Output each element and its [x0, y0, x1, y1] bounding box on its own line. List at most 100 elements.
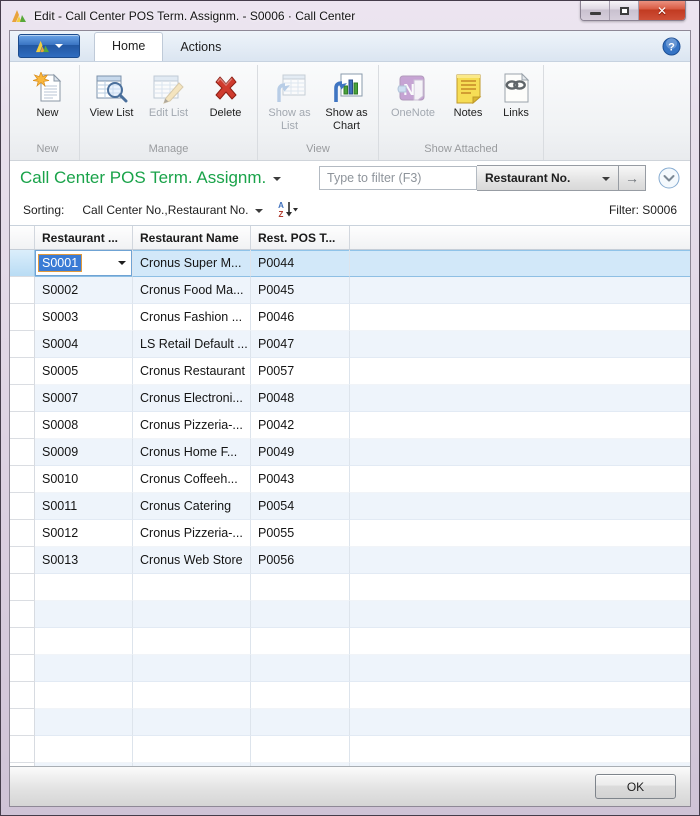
cell-restaurant-name[interactable]: Cronus Web Store — [133, 547, 251, 574]
restore-button[interactable] — [610, 1, 639, 20]
cell-rest-pos-terminal[interactable]: P0056 — [251, 547, 350, 574]
cell-rest-pos-terminal[interactable]: P0045 — [251, 277, 350, 304]
empty-row[interactable] — [10, 709, 690, 736]
row-selector[interactable] — [10, 439, 35, 466]
grid-header-restaurant-no[interactable]: Restaurant ... — [35, 226, 133, 249]
table-row[interactable]: S0011Cronus CateringP0054 — [10, 493, 690, 520]
cell-rest-pos-terminal[interactable]: P0042 — [251, 412, 350, 439]
title-bar[interactable]: Edit - Call Center POS Term. Assignm. - … — [1, 1, 699, 30]
row-selector[interactable] — [10, 547, 35, 574]
cell-restaurant-no[interactable]: S0004 — [35, 331, 133, 358]
ok-button[interactable]: OK — [595, 774, 676, 799]
cell-restaurant-no[interactable]: S0002 — [35, 277, 133, 304]
cell-restaurant-name[interactable]: Cronus Food Ma... — [133, 277, 251, 304]
cell-restaurant-name[interactable]: Cronus Catering — [133, 493, 251, 520]
grid-header-restaurant-name[interactable]: Restaurant Name — [133, 226, 251, 249]
links-button[interactable]: Links — [492, 68, 540, 120]
application-menu-button[interactable] — [18, 34, 80, 58]
empty-row[interactable] — [10, 628, 690, 655]
table-row[interactable]: S0003Cronus Fashion ...P0046 — [10, 304, 690, 331]
edit-list-button[interactable]: Edit List — [140, 68, 197, 120]
cell-restaurant-no[interactable]: S0008 — [35, 412, 133, 439]
empty-row[interactable] — [10, 682, 690, 709]
cell-rest-pos-terminal[interactable]: P0044 — [251, 250, 350, 277]
minimize-button[interactable] — [581, 1, 610, 20]
row-selector[interactable] — [10, 466, 35, 493]
filter-column-dropdown[interactable]: Restaurant No. — [477, 165, 619, 191]
cell-restaurant-no[interactable]: S0003 — [35, 304, 133, 331]
cell-rest-pos-terminal[interactable]: P0054 — [251, 493, 350, 520]
table-row[interactable]: S0010Cronus Coffeeh...P0043 — [10, 466, 690, 493]
cell-rest-pos-terminal[interactable]: P0046 — [251, 304, 350, 331]
cell-dropdown-icon[interactable] — [118, 261, 126, 269]
cell-restaurant-no[interactable]: S0001 — [35, 250, 133, 277]
apply-filter-button[interactable]: → — [619, 165, 646, 191]
table-row[interactable]: S0007Cronus Electroni...P0048 — [10, 385, 690, 412]
cell-restaurant-no[interactable]: S0011 — [35, 493, 133, 520]
filter-input[interactable] — [319, 166, 477, 190]
cell-restaurant-name[interactable]: Cronus Electroni... — [133, 385, 251, 412]
sorting-dropdown[interactable]: Call Center No.,Restaurant No. — [82, 203, 263, 217]
close-button[interactable]: ✕ — [639, 1, 685, 20]
inline-edit-field[interactable]: S0001 — [35, 250, 132, 276]
cell-rest-pos-terminal[interactable]: P0048 — [251, 385, 350, 412]
table-row[interactable]: S0002Cronus Food Ma...P0045 — [10, 277, 690, 304]
table-row[interactable]: S0009Cronus Home F...P0049 — [10, 439, 690, 466]
cell-restaurant-name[interactable]: Cronus Pizzeria-... — [133, 412, 251, 439]
view-list-button[interactable]: View List — [83, 68, 140, 120]
cell-restaurant-no[interactable]: S0007 — [35, 385, 133, 412]
cell-restaurant-name[interactable]: Cronus Pizzeria-... — [133, 520, 251, 547]
cell-restaurant-no — [35, 628, 133, 655]
expand-filter-pane-button[interactable] — [658, 167, 680, 189]
empty-row[interactable] — [10, 601, 690, 628]
cell-restaurant-no[interactable]: S0009 — [35, 439, 133, 466]
cell-restaurant-name[interactable]: Cronus Coffeeh... — [133, 466, 251, 493]
cell-restaurant-no[interactable]: S0005 — [35, 358, 133, 385]
cell-restaurant-name[interactable]: Cronus Fashion ... — [133, 304, 251, 331]
table-row[interactable]: S0012Cronus Pizzeria-...P0055 — [10, 520, 690, 547]
new-button[interactable]: New — [19, 68, 76, 120]
table-row[interactable]: S0005Cronus RestaurantP0057 — [10, 358, 690, 385]
cell-rest-pos-terminal[interactable]: P0047 — [251, 331, 350, 358]
show-as-chart-button[interactable]: Show as Chart — [318, 68, 375, 133]
row-selector[interactable] — [10, 358, 35, 385]
show-as-list-button[interactable]: Show as List — [261, 68, 318, 133]
notes-button[interactable]: Notes — [444, 68, 492, 120]
row-selector[interactable] — [10, 277, 35, 304]
empty-row[interactable] — [10, 655, 690, 682]
cell-rest-pos-terminal[interactable]: P0055 — [251, 520, 350, 547]
cell-restaurant-name[interactable]: Cronus Restaurant — [133, 358, 251, 385]
row-selector[interactable] — [10, 331, 35, 358]
sort-ascending-button[interactable]: A Z — [277, 200, 299, 221]
grid-header-selector[interactable] — [10, 226, 35, 249]
table-row[interactable]: S0008Cronus Pizzeria-...P0042 — [10, 412, 690, 439]
onenote-button[interactable]: N OneNote — [382, 68, 444, 120]
empty-row[interactable] — [10, 574, 690, 601]
table-row[interactable]: S0001Cronus Super M...P0044 — [10, 250, 690, 277]
delete-button[interactable]: Delete — [197, 68, 254, 120]
table-row[interactable]: S0004LS Retail Default ...P0047 — [10, 331, 690, 358]
cell-rest-pos-terminal[interactable]: P0049 — [251, 439, 350, 466]
cell-restaurant-no[interactable]: S0012 — [35, 520, 133, 547]
row-selector[interactable] — [10, 493, 35, 520]
help-button[interactable]: ? — [662, 37, 681, 56]
table-row[interactable]: S0013Cronus Web StoreP0056 — [10, 547, 690, 574]
row-selector[interactable] — [10, 412, 35, 439]
cell-rest-pos-terminal[interactable]: P0043 — [251, 466, 350, 493]
cell-restaurant-name[interactable]: LS Retail Default ... — [133, 331, 251, 358]
row-selector[interactable] — [10, 250, 35, 277]
cell-restaurant-no[interactable]: S0013 — [35, 547, 133, 574]
grid-header-rest-pos-terminal[interactable]: Rest. POS T... — [251, 226, 350, 249]
cell-restaurant-no[interactable]: S0010 — [35, 466, 133, 493]
row-selector[interactable] — [10, 304, 35, 331]
tab-actions[interactable]: Actions — [163, 34, 238, 61]
chevron-down-icon[interactable] — [273, 177, 281, 185]
cell-restaurant-name[interactable]: Cronus Home F... — [133, 439, 251, 466]
tab-home[interactable]: Home — [94, 32, 163, 61]
row-selector[interactable] — [10, 385, 35, 412]
cell-restaurant-name[interactable]: Cronus Super M... — [133, 250, 251, 277]
row-selector[interactable] — [10, 520, 35, 547]
cell-rest-pos-terminal[interactable]: P0057 — [251, 358, 350, 385]
empty-row[interactable] — [10, 736, 690, 763]
page-title[interactable]: Call Center POS Term. Assignm. — [20, 168, 266, 188]
